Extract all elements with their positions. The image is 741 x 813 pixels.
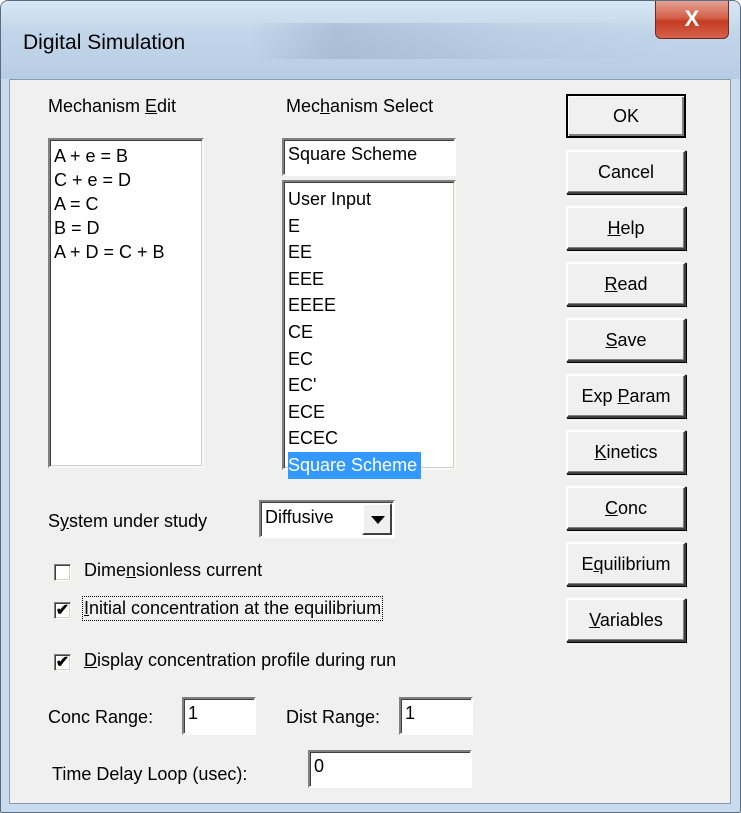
mechanism-option[interactable]: ECE xyxy=(288,399,325,426)
dist-range-label: Dist Range: xyxy=(286,707,381,727)
initial-concentration-checkbox[interactable]: ✔ xyxy=(54,602,71,619)
mechanism-edit-line: A = C xyxy=(54,194,99,214)
mechanism-edit-textarea[interactable]: A + e = B C + e = D A = C B = D A + D = C + … xyxy=(48,138,204,468)
mechanism-option[interactable]: CE xyxy=(288,319,313,346)
conc-range-value: 1 xyxy=(188,703,199,723)
time-delay-input[interactable]: 0 xyxy=(308,750,472,788)
conc-button[interactable]: Conc xyxy=(566,486,686,530)
conc-range-label: Conc Range: xyxy=(48,707,154,727)
kinetics-button[interactable]: Kinetics xyxy=(566,430,686,474)
mechanism-edit-line: C + e = D xyxy=(54,170,132,190)
checkmark-icon: ✔ xyxy=(55,654,70,671)
checkmark-icon: ✔ xyxy=(55,602,70,619)
system-under-study-value: Diffusive xyxy=(265,507,334,527)
ok-button[interactable]: OK xyxy=(566,94,686,138)
window-title: Digital Simulation xyxy=(23,31,186,54)
title-bar-glass xyxy=(251,23,671,59)
read-button[interactable]: Read xyxy=(566,262,686,306)
mechanism-select-current-value: Square Scheme xyxy=(288,144,418,164)
dialog-client-area: Mechanism Edit A + e = B C + e = D A = C B … xyxy=(9,79,731,804)
close-button[interactable]: X xyxy=(655,1,729,39)
mechanism-edit-lines: A + e = B C + e = D A = C B = D A + D = C + … xyxy=(54,144,165,264)
mechanism-option[interactable]: ECEC xyxy=(288,425,338,452)
mechanism-edit-line: A + e = B xyxy=(54,146,129,166)
mechanism-select-label: Mechanism Select xyxy=(286,96,434,116)
mechanism-option[interactable]: EE xyxy=(288,239,312,266)
mechanism-option[interactable]: Square Scheme xyxy=(288,451,422,479)
dist-range-value: 1 xyxy=(405,703,416,723)
mechanism-option[interactable]: EC' xyxy=(288,372,316,399)
mechanism-select-listbox[interactable]: User Input E EE EEE EEEE CE EC EC' ECE ECEC Square… xyxy=(282,180,456,479)
display-profile-label[interactable]: Display concentration profile during run xyxy=(84,650,396,671)
system-under-study-dropdown[interactable]: Diffusive xyxy=(259,500,395,538)
dialog-window: Digital Simulation X Mechanism Edit A + … xyxy=(0,0,741,813)
mechanism-edit-line: B = D xyxy=(54,218,100,238)
display-profile-checkbox[interactable]: ✔ xyxy=(54,654,71,671)
mechanism-edit-label: Mechanism Edit xyxy=(48,96,177,116)
chevron-down-icon[interactable] xyxy=(362,503,392,535)
mechanism-edit-line: A + D = C + B xyxy=(54,242,165,262)
save-button[interactable]: Save xyxy=(566,318,686,362)
mechanism-option[interactable]: EC xyxy=(288,346,313,373)
initial-concentration-label[interactable]: Initial concentration at the equilibrium xyxy=(81,596,384,621)
mechanism-option[interactable]: EEEE xyxy=(288,292,336,319)
dimensionless-current-checkbox[interactable] xyxy=(54,564,71,581)
title-bar[interactable]: Digital Simulation X xyxy=(1,1,740,79)
time-delay-label: Time Delay Loop (usec): xyxy=(52,764,248,784)
equilibrium-button[interactable]: Equilibrium xyxy=(566,542,686,586)
mechanism-option[interactable]: User Input xyxy=(288,186,371,213)
time-delay-value: 0 xyxy=(314,756,325,776)
mechanism-select-current[interactable]: Square Scheme xyxy=(282,138,456,176)
variables-button[interactable]: Variables xyxy=(566,598,686,642)
close-icon: X xyxy=(684,6,700,31)
dimensionless-current-label[interactable]: Dimensionless current xyxy=(84,560,262,581)
mechanism-option[interactable]: EEE xyxy=(288,266,324,293)
mechanism-select-options: User Input E EE EEE EEEE CE EC EC' ECE ECEC Square… xyxy=(288,186,422,479)
help-button[interactable]: Help xyxy=(566,206,686,250)
mechanism-option[interactable]: E xyxy=(288,213,300,240)
system-under-study-label: System under study xyxy=(48,511,208,531)
exp-param-button[interactable]: Exp Param xyxy=(566,374,686,418)
conc-range-input[interactable]: 1 xyxy=(182,697,256,735)
cancel-button[interactable]: Cancel xyxy=(566,150,686,194)
dist-range-input[interactable]: 1 xyxy=(399,697,473,735)
